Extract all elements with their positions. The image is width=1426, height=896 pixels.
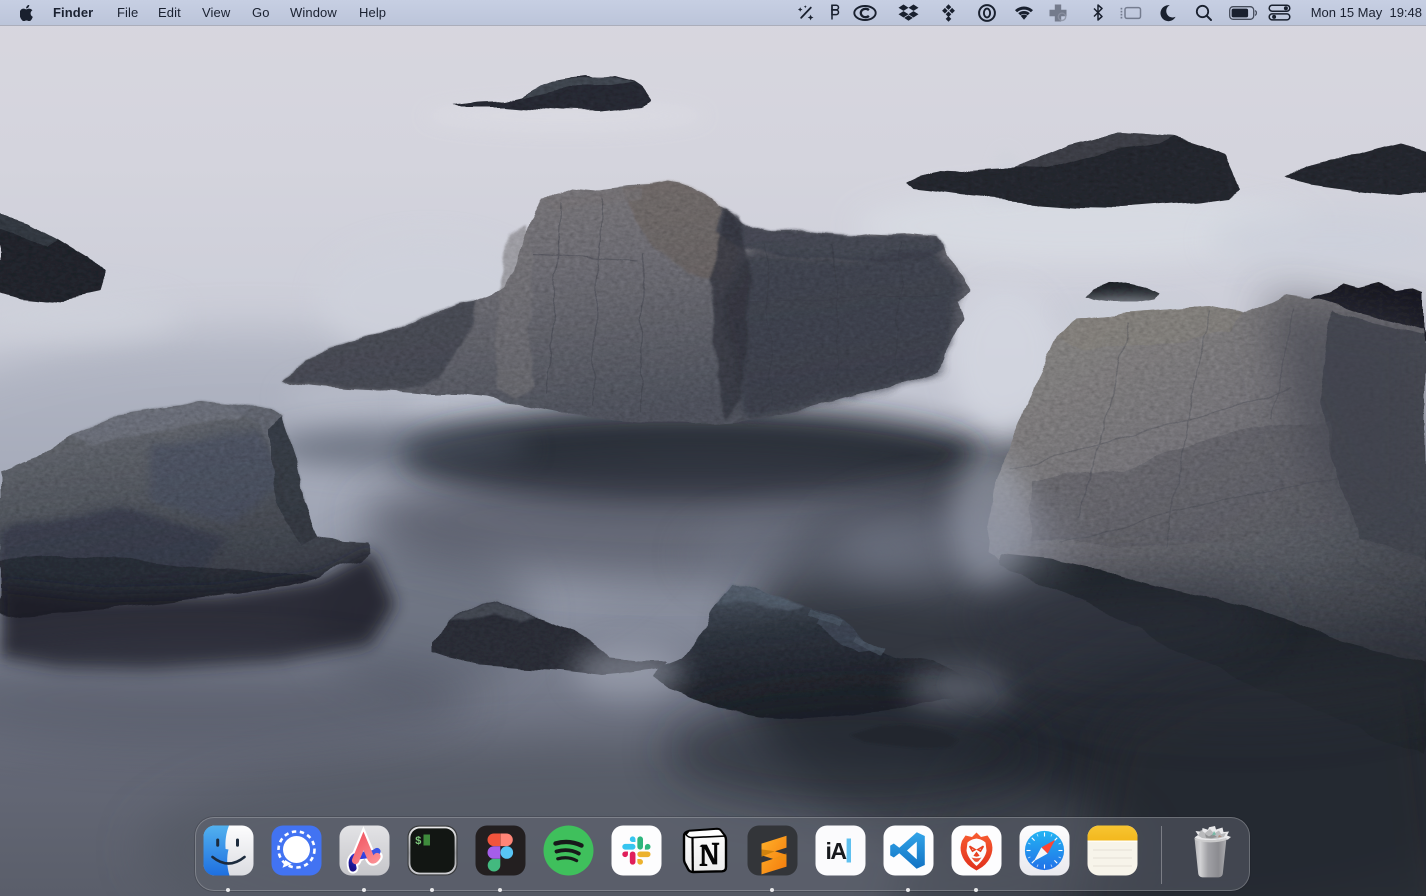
svg-text:iA: iA [826, 838, 847, 864]
svg-text:$: $ [415, 836, 422, 848]
